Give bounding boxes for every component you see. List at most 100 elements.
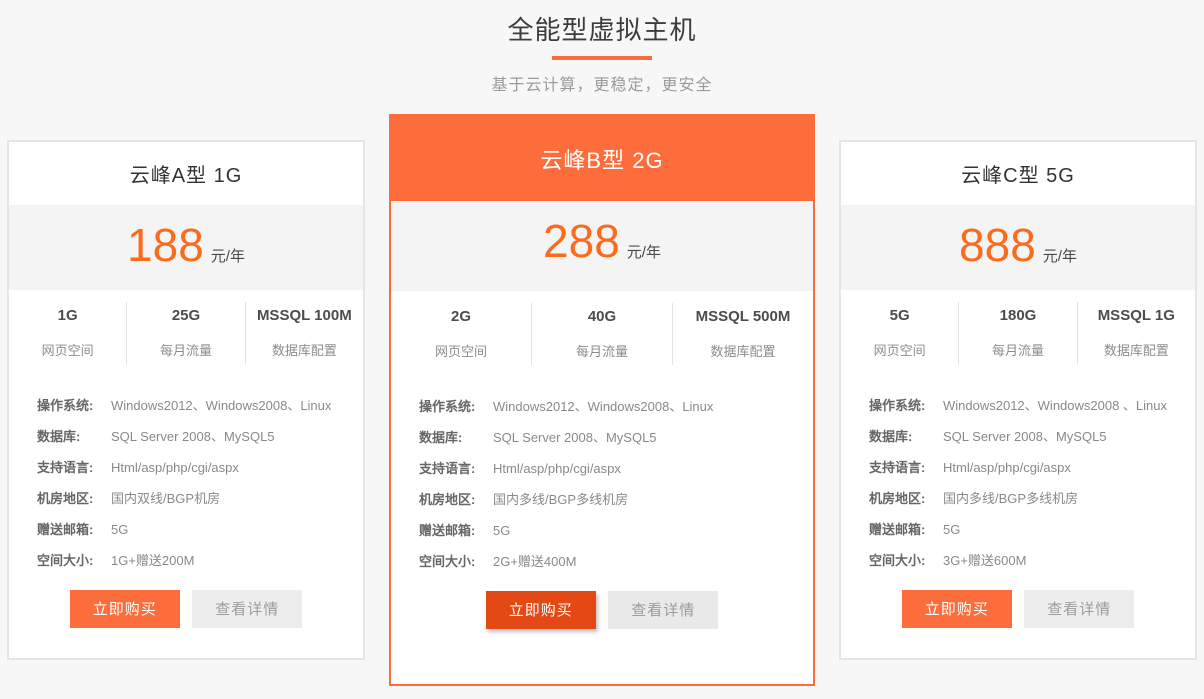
plan-actions: 立即购买 查看详情 (9, 590, 363, 628)
spec-value: MSSQL 100M (246, 307, 363, 324)
spec-value: 5G (841, 307, 958, 324)
detail-value: Html/asp/php/cgi/aspx (493, 462, 621, 476)
spec-label: 数据库配置 (246, 340, 363, 359)
detail-row-space-size: 空间大小: 2G+赠送400M (419, 555, 785, 569)
pricing-card-c: 云峰C型 5G 888 元/年 5G 网页空间 180G 每月流量 MSSQL … (839, 140, 1197, 660)
spec-label: 每月流量 (959, 340, 1076, 359)
spec-value: 1G (9, 307, 126, 324)
detail-label: 支持语言: (869, 461, 943, 475)
plan-actions: 立即购买 查看详情 (391, 591, 813, 629)
detail-value: SQL Server 2008、MySQL5 (111, 430, 275, 444)
detail-label: 空间大小: (37, 554, 111, 568)
detail-label: 空间大小: (419, 555, 493, 569)
pricing-card-a: 云峰A型 1G 188 元/年 1G 网页空间 25G 每月流量 MSSQL 1… (7, 140, 365, 660)
plan-name: 云峰A型 1G (9, 142, 363, 205)
detail-row-os: 操作系统: Windows2012、Windows2008、Linux (37, 399, 335, 413)
spec-database: MSSQL 1G 数据库配置 (1078, 307, 1195, 378)
view-details-button[interactable]: 查看详情 (608, 591, 718, 629)
detail-value: 5G (943, 523, 960, 537)
price-unit: 元/年 (627, 241, 661, 262)
detail-row-os: 操作系统: Windows2012、Windows2008 、Linux (869, 399, 1167, 413)
detail-row-space-size: 空间大小: 3G+赠送600M (869, 554, 1167, 568)
spec-label: 网页空间 (9, 340, 126, 359)
detail-label: 操作系统: (419, 400, 493, 414)
price-band: 188 元/年 (9, 205, 363, 290)
detail-row-datacenter: 机房地区: 国内多线/BGP多线机房 (869, 492, 1167, 506)
price-value: 188 (127, 219, 204, 271)
detail-label: 机房地区: (869, 492, 943, 506)
detail-row-mailbox: 赠送邮箱: 5G (419, 524, 785, 538)
detail-label: 支持语言: (419, 462, 493, 476)
detail-value: 国内双线/BGP机房 (111, 492, 220, 506)
spec-label: 数据库配置 (673, 341, 813, 360)
detail-value: 1G+赠送200M (111, 554, 194, 568)
spec-value: MSSQL 500M (673, 308, 813, 325)
title-underline-divider (552, 56, 652, 60)
page-title: 全能型虚拟主机 (0, 14, 1204, 46)
detail-value: SQL Server 2008、MySQL5 (943, 430, 1107, 444)
detail-row-os: 操作系统: Windows2012、Windows2008、Linux (419, 400, 785, 414)
spec-label: 每月流量 (532, 341, 672, 360)
spec-label: 每月流量 (127, 340, 244, 359)
detail-label: 数据库: (419, 431, 493, 445)
detail-label: 支持语言: (37, 461, 111, 475)
price-band: 888 元/年 (841, 205, 1195, 290)
detail-label: 操作系统: (869, 399, 943, 413)
detail-value: Windows2012、Windows2008、Linux (111, 399, 331, 413)
spec-monthly-traffic: 180G 每月流量 (959, 307, 1076, 378)
detail-label: 空间大小: (869, 554, 943, 568)
detail-label: 赠送邮箱: (869, 523, 943, 537)
plan-details: 操作系统: Windows2012、Windows2008 、Linux 数据库… (841, 378, 1195, 585)
spec-value: 2G (391, 308, 531, 325)
spec-monthly-traffic: 40G 每月流量 (532, 308, 672, 379)
spec-label: 数据库配置 (1078, 340, 1195, 359)
detail-row-languages: 支持语言: Html/asp/php/cgi/aspx (419, 462, 785, 476)
detail-row-database: 数据库: SQL Server 2008、MySQL5 (869, 430, 1167, 444)
detail-value: 国内多线/BGP多线机房 (943, 492, 1078, 506)
spec-label: 网页空间 (841, 340, 958, 359)
detail-row-datacenter: 机房地区: 国内多线/BGP多线机房 (419, 493, 785, 507)
detail-label: 数据库: (869, 430, 943, 444)
price-value: 288 (543, 215, 620, 267)
detail-row-database: 数据库: SQL Server 2008、MySQL5 (37, 430, 335, 444)
detail-label: 机房地区: (37, 492, 111, 506)
plan-actions: 立即购买 查看详情 (841, 590, 1195, 628)
spec-summary: 5G 网页空间 180G 每月流量 MSSQL 1G 数据库配置 (841, 290, 1195, 378)
detail-value: Windows2012、Windows2008 、Linux (943, 399, 1167, 413)
spec-summary: 1G 网页空间 25G 每月流量 MSSQL 100M 数据库配置 (9, 290, 363, 378)
plan-name: 云峰B型 2G (391, 116, 813, 201)
detail-label: 赠送邮箱: (37, 523, 111, 537)
detail-value: 2G+赠送400M (493, 555, 576, 569)
pricing-card-b-featured: 云峰B型 2G 288 元/年 2G 网页空间 40G 每月流量 MSSQL 5… (389, 114, 815, 686)
view-details-button[interactable]: 查看详情 (192, 590, 302, 628)
detail-label: 数据库: (37, 430, 111, 444)
buy-now-button[interactable]: 立即购买 (902, 590, 1012, 628)
buy-now-button[interactable]: 立即购买 (70, 590, 180, 628)
detail-row-datacenter: 机房地区: 国内双线/BGP机房 (37, 492, 335, 506)
pricing-cards-row: 云峰A型 1G 188 元/年 1G 网页空间 25G 每月流量 MSSQL 1… (0, 114, 1204, 686)
detail-value: Html/asp/php/cgi/aspx (111, 461, 239, 475)
detail-value: 5G (111, 523, 128, 537)
detail-row-database: 数据库: SQL Server 2008、MySQL5 (419, 431, 785, 445)
spec-database: MSSQL 500M 数据库配置 (673, 308, 813, 379)
view-details-button[interactable]: 查看详情 (1024, 590, 1134, 628)
detail-value: 3G+赠送600M (943, 554, 1026, 568)
spec-value: 25G (127, 307, 244, 324)
price-value: 888 (959, 219, 1036, 271)
spec-value: 180G (959, 307, 1076, 324)
buy-now-button[interactable]: 立即购买 (486, 591, 596, 629)
detail-value: 国内多线/BGP多线机房 (493, 493, 628, 507)
plan-details: 操作系统: Windows2012、Windows2008、Linux 数据库:… (9, 378, 363, 585)
detail-label: 机房地区: (419, 493, 493, 507)
detail-label: 操作系统: (37, 399, 111, 413)
spec-value: MSSQL 1G (1078, 307, 1195, 324)
spec-web-space: 1G 网页空间 (9, 307, 126, 378)
detail-label: 赠送邮箱: (419, 524, 493, 538)
plan-details: 操作系统: Windows2012、Windows2008、Linux 数据库:… (391, 379, 813, 586)
spec-database: MSSQL 100M 数据库配置 (246, 307, 363, 378)
spec-web-space: 2G 网页空间 (391, 308, 531, 379)
price-unit: 元/年 (1043, 245, 1077, 266)
detail-row-space-size: 空间大小: 1G+赠送200M (37, 554, 335, 568)
price-band: 288 元/年 (391, 201, 813, 291)
plan-name: 云峰C型 5G (841, 142, 1195, 205)
